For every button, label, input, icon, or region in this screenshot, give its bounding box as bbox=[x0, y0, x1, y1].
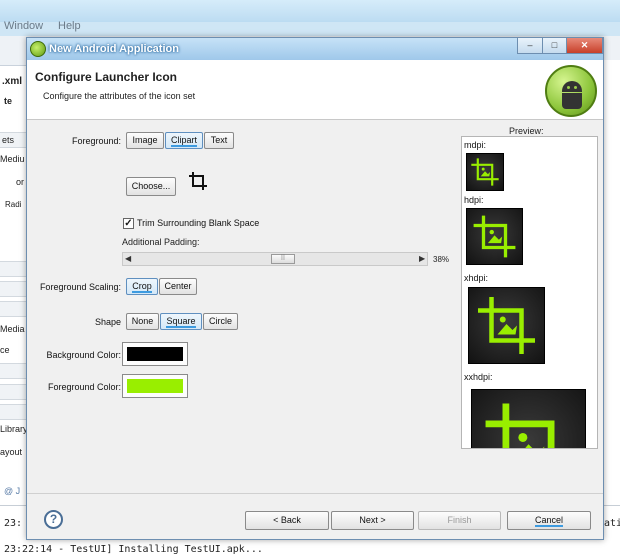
minimize-button[interactable]: – bbox=[517, 38, 543, 54]
editor-tab-xml[interactable]: .xml bbox=[2, 76, 22, 87]
left-fragment-radi: Radi bbox=[5, 200, 22, 209]
preview-panel: mdpi: hdpi: xhdpi: xxhdpi: bbox=[461, 136, 598, 449]
scaling-crop-button[interactable]: Crop bbox=[126, 278, 158, 295]
density-label-mdpi: mdpi: bbox=[464, 140, 487, 150]
menu-window[interactable]: Window bbox=[4, 20, 43, 32]
padding-value: 38% bbox=[433, 255, 450, 264]
back-button[interactable]: < Back bbox=[245, 511, 329, 530]
background-color-label: Background Color: bbox=[46, 350, 121, 360]
slider-thumb[interactable]: ⠿ bbox=[271, 254, 295, 264]
left-fragment-ets: ets bbox=[2, 135, 15, 145]
preview-icon-xxhdpi bbox=[471, 389, 586, 448]
trim-blank-space-label: Trim Surrounding Blank Space bbox=[137, 218, 260, 228]
left-fragment-mediu: Mediu bbox=[0, 154, 25, 164]
background-color-button[interactable] bbox=[122, 342, 188, 366]
console-line: 23:22:14 - TestUI] Installing TestUI.apk… bbox=[4, 544, 263, 555]
scaling-center-button[interactable]: Center bbox=[159, 278, 197, 295]
console-fragment: ati bbox=[604, 518, 620, 529]
footer-separator bbox=[27, 493, 603, 494]
preview-label: Preview: bbox=[509, 126, 544, 136]
next-button[interactable]: Next > bbox=[331, 511, 414, 530]
shape-circle-button[interactable]: Circle bbox=[203, 313, 238, 330]
foreground-text-button[interactable]: Text bbox=[204, 132, 234, 149]
preview-icon-hdpi bbox=[466, 208, 523, 265]
ide-title-area bbox=[0, 0, 620, 22]
background-color-swatch bbox=[127, 347, 183, 361]
menu-help[interactable]: Help bbox=[58, 20, 81, 32]
additional-padding-slider[interactable]: ◀ ⠿ ▶ bbox=[122, 252, 428, 266]
finish-button[interactable]: Finish bbox=[418, 511, 501, 530]
crop-icon bbox=[189, 172, 207, 190]
help-icon[interactable]: ? bbox=[44, 510, 63, 529]
shape-square-button[interactable]: Square bbox=[160, 313, 202, 330]
cancel-button[interactable]: Cancel bbox=[507, 511, 591, 530]
shape-none-button[interactable]: None bbox=[126, 313, 159, 330]
left-fragment-library: Library bbox=[0, 424, 28, 434]
foreground-scaling-label: Foreground Scaling: bbox=[39, 282, 121, 292]
foreground-image-button[interactable]: Image bbox=[126, 132, 164, 149]
density-label-hdpi: hdpi: bbox=[464, 195, 484, 205]
foreground-label: Foreground: bbox=[71, 136, 121, 146]
new-android-application-dialog: New Android Application – □ ✕ Configure … bbox=[26, 37, 604, 540]
left-fragment-te: te bbox=[4, 96, 13, 106]
shape-label: Shape bbox=[94, 317, 121, 327]
foreground-clipart-button[interactable]: Clipart bbox=[165, 132, 203, 149]
density-label-xxhdpi: xxhdpi: bbox=[464, 372, 493, 382]
left-fragment-media: Media bbox=[0, 324, 25, 334]
preview-icon-mdpi bbox=[466, 153, 504, 191]
ide-right-panel bbox=[602, 60, 620, 510]
dialog-title: New Android Application bbox=[49, 43, 179, 55]
slider-left-arrow-icon[interactable]: ◀ bbox=[125, 254, 131, 263]
page-subtitle: Configure the attributes of the icon set bbox=[43, 91, 196, 101]
maximize-button[interactable]: □ bbox=[542, 38, 567, 54]
additional-padding-label: Additional Padding: bbox=[122, 237, 200, 247]
page-title: Configure Launcher Icon bbox=[35, 70, 178, 84]
close-button[interactable]: ✕ bbox=[566, 38, 603, 54]
slider-right-arrow-icon[interactable]: ▶ bbox=[419, 254, 425, 263]
dialog-titlebar[interactable]: New Android Application – □ ✕ bbox=[27, 38, 603, 60]
left-fragment-ce: ce bbox=[0, 345, 10, 355]
wizard-header: Configure Launcher Icon Configure the at… bbox=[27, 60, 603, 120]
density-label-xhdpi: xhdpi: bbox=[464, 273, 489, 283]
android-app-icon bbox=[30, 41, 46, 57]
foreground-color-swatch bbox=[127, 379, 183, 393]
left-fragment-or[interactable]: or bbox=[16, 177, 24, 187]
foreground-color-label: Foreground Color: bbox=[47, 382, 121, 392]
foreground-color-button[interactable] bbox=[122, 374, 188, 398]
left-fragment-ayout: ayout bbox=[0, 447, 23, 457]
android-logo-icon bbox=[545, 65, 597, 117]
preview-icon-xhdpi bbox=[468, 287, 545, 364]
trim-blank-space-checkbox[interactable]: ✓ bbox=[123, 218, 134, 229]
console-line: 23: bbox=[4, 518, 23, 529]
left-fragment-j: @ J bbox=[4, 486, 21, 496]
choose-clipart-button[interactable]: Choose... bbox=[126, 177, 176, 196]
